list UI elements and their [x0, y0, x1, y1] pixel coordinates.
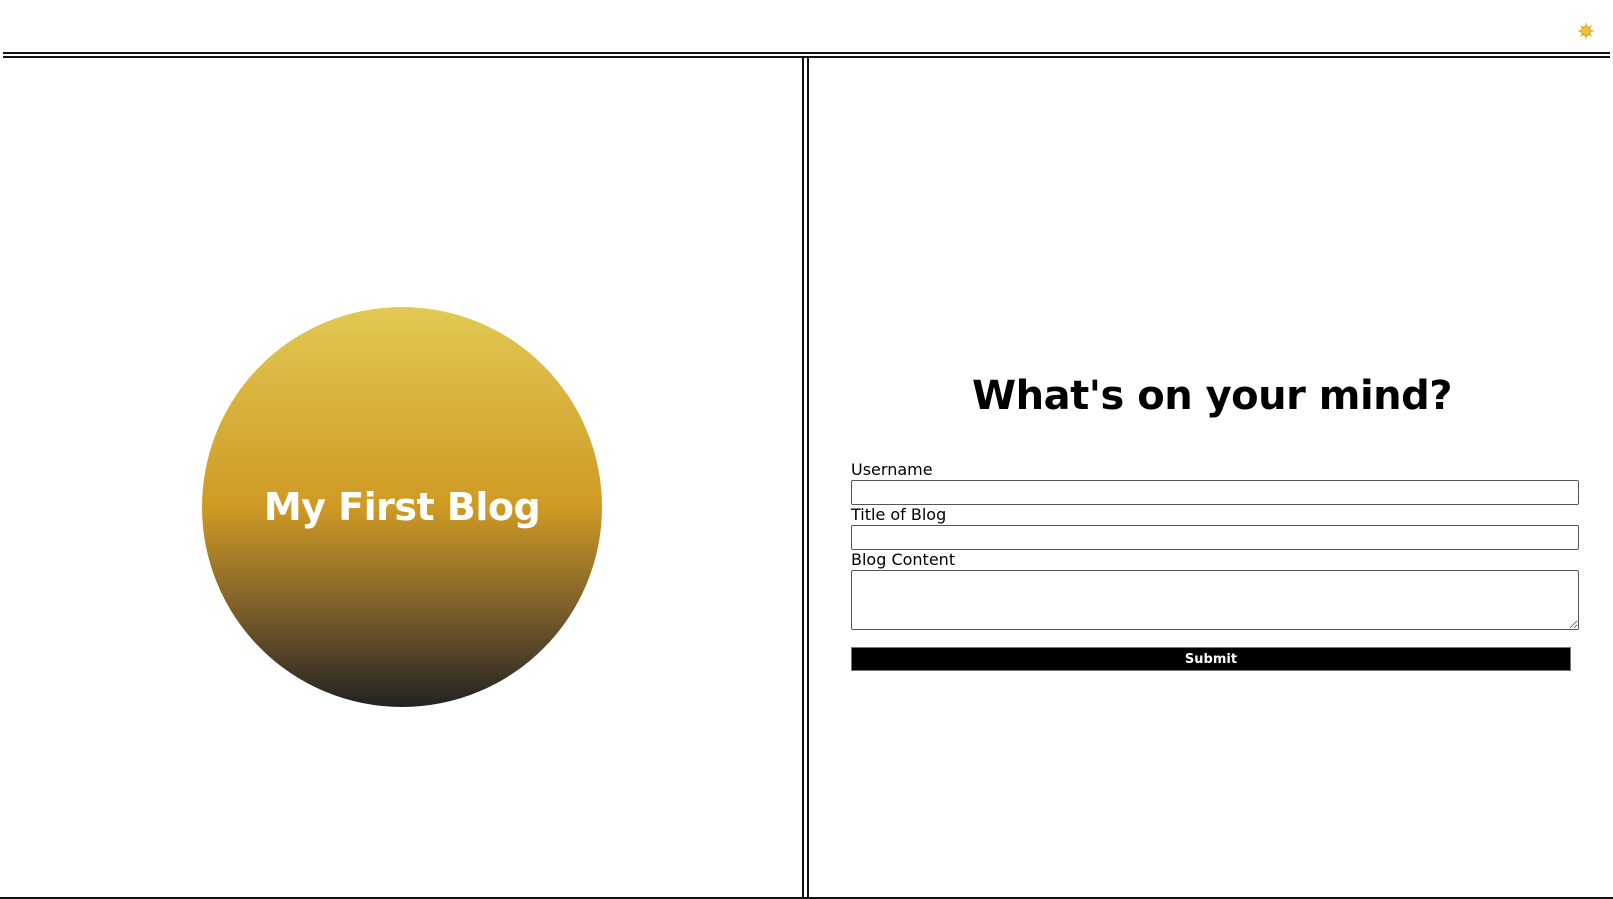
- username-input[interactable]: [851, 480, 1579, 505]
- form-heading: What's on your mind?: [972, 373, 1452, 419]
- blog-title: My First Blog: [263, 485, 541, 529]
- theme-toggle-button[interactable]: [1575, 20, 1597, 42]
- content-label: Blog Content: [851, 550, 956, 569]
- form-pane: What's on your mind? Username Title of B…: [811, 58, 1613, 899]
- blog-form: Username Title of Blog Blog Content Subm…: [851, 460, 1581, 671]
- hero-circle: My First Blog: [202, 307, 602, 707]
- pane-divider: [802, 58, 809, 899]
- submit-button[interactable]: Submit: [851, 647, 1571, 671]
- title-input[interactable]: [851, 525, 1579, 550]
- title-label: Title of Blog: [851, 505, 947, 524]
- sun-icon: [1577, 22, 1595, 40]
- hero-pane: My First Blog: [0, 58, 802, 899]
- content-textarea[interactable]: [851, 570, 1579, 630]
- top-bar: [0, 0, 1613, 52]
- username-label: Username: [851, 460, 933, 479]
- page: My First Blog What's on your mind? Usern…: [0, 0, 1613, 899]
